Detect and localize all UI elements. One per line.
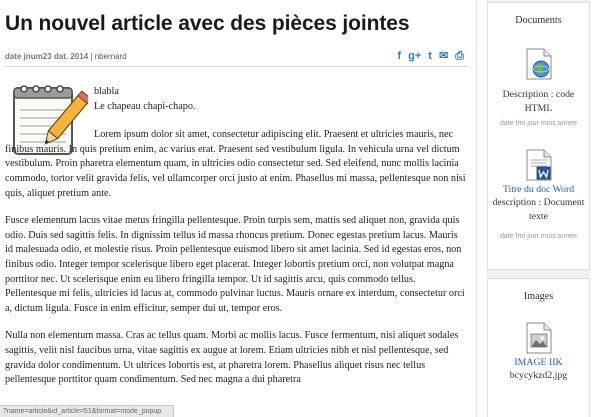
word-document-icon[interactable] <box>524 149 554 181</box>
document-date: date fmt jour mois annee <box>499 233 578 240</box>
image-title-link[interactable]: IMAGE IIK <box>488 356 589 369</box>
article-paragraph: Fusce elementum lacus vitae metus fringi… <box>5 215 465 314</box>
article-title: Un nouvel article avec des pièces jointe… <box>5 12 410 35</box>
article-author: nbernard <box>94 52 127 61</box>
twitter-icon[interactable]: t <box>428 50 432 62</box>
meta-separator: | <box>90 52 93 61</box>
documents-panel: Documents Description : code HTML date f… <box>487 2 590 270</box>
google-plus-icon[interactable]: g+ <box>408 50 421 62</box>
images-panel: Images IMAGE IIK bcycykzd2.jpg <box>487 278 590 417</box>
documents-heading: Documents <box>515 15 562 26</box>
document-description: description : Document texte <box>492 197 585 222</box>
image-filename: bcycykzd2.jpg <box>509 370 568 381</box>
sidebar: Documents Description : code HTML date f… <box>487 0 590 417</box>
article-column: Un nouvel article avec des pièces jointe… <box>0 0 476 417</box>
share-toolbar: f g+ t ✉ ⎙ <box>397 50 464 62</box>
article-date: date jnum23 dat. 2014 <box>5 52 89 61</box>
article-meta: date jnum23 dat. 2014 | nbernard <box>5 52 127 61</box>
email-icon[interactable]: ✉ <box>439 50 448 62</box>
document-date: date fmt jour mois annee <box>499 120 578 127</box>
article-paragraph: Nulla non elementum massa. Cras ac tellu… <box>5 330 459 386</box>
article-lead-line1: blabla <box>94 86 119 97</box>
image-file-icon[interactable] <box>524 322 554 354</box>
status-bar-url: ?name=article&id_article=51&format=mode_… <box>0 405 174 417</box>
article-lead-line2: Le chapeau chapi-chapo. <box>94 100 196 112</box>
word-doc-title-link[interactable]: Titre du doc Word <box>488 183 589 196</box>
article-paragraph: Lorem ipsum dolor sit amet, consectetur … <box>5 129 466 199</box>
column-divider <box>476 0 477 417</box>
print-icon[interactable]: ⎙ <box>455 50 464 62</box>
header-divider <box>5 66 468 67</box>
article-body: blabla Le chapeau chapi-chapo. Lorem ips… <box>5 85 467 388</box>
document-description: Description : code HTML <box>502 89 575 114</box>
facebook-icon[interactable]: f <box>397 50 401 62</box>
images-heading: Images <box>523 291 554 302</box>
html-globe-icon[interactable] <box>524 48 554 80</box>
